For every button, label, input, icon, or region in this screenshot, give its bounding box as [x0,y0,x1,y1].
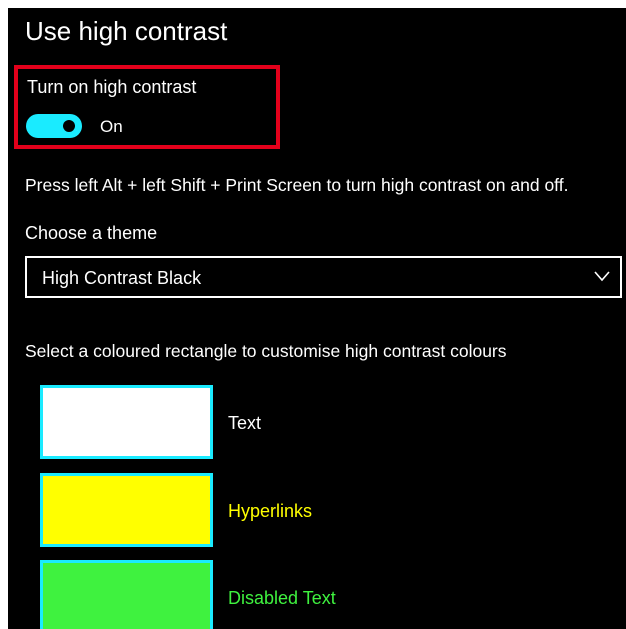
theme-dropdown-value: High Contrast Black [42,268,202,288]
text-colour-label: Text [228,413,262,433]
high-contrast-toggle[interactable] [26,114,82,138]
disabled-text-colour-label: Disabled Text [228,588,336,608]
page-title: Use high contrast [25,16,228,46]
chevron-down-icon [594,271,610,282]
theme-dropdown[interactable]: High Contrast Black [25,256,622,298]
disabled-text-colour-swatch[interactable] [40,560,213,629]
toggle-label: Turn on high contrast [27,77,197,97]
colours-instruction: Select a coloured rectangle to customise… [25,341,507,361]
text-colour-swatch[interactable] [40,385,213,459]
hyperlinks-colour-swatch[interactable] [40,473,213,547]
theme-label: Choose a theme [25,223,158,243]
keyboard-shortcut-text: Press left Alt + left Shift + Print Scre… [25,175,569,195]
toggle-state-text: On [100,117,123,136]
toggle-knob [63,120,75,132]
hyperlinks-colour-label: Hyperlinks [228,501,313,521]
high-contrast-settings-panel: Use high contrast Turn on high contrast … [8,8,626,629]
